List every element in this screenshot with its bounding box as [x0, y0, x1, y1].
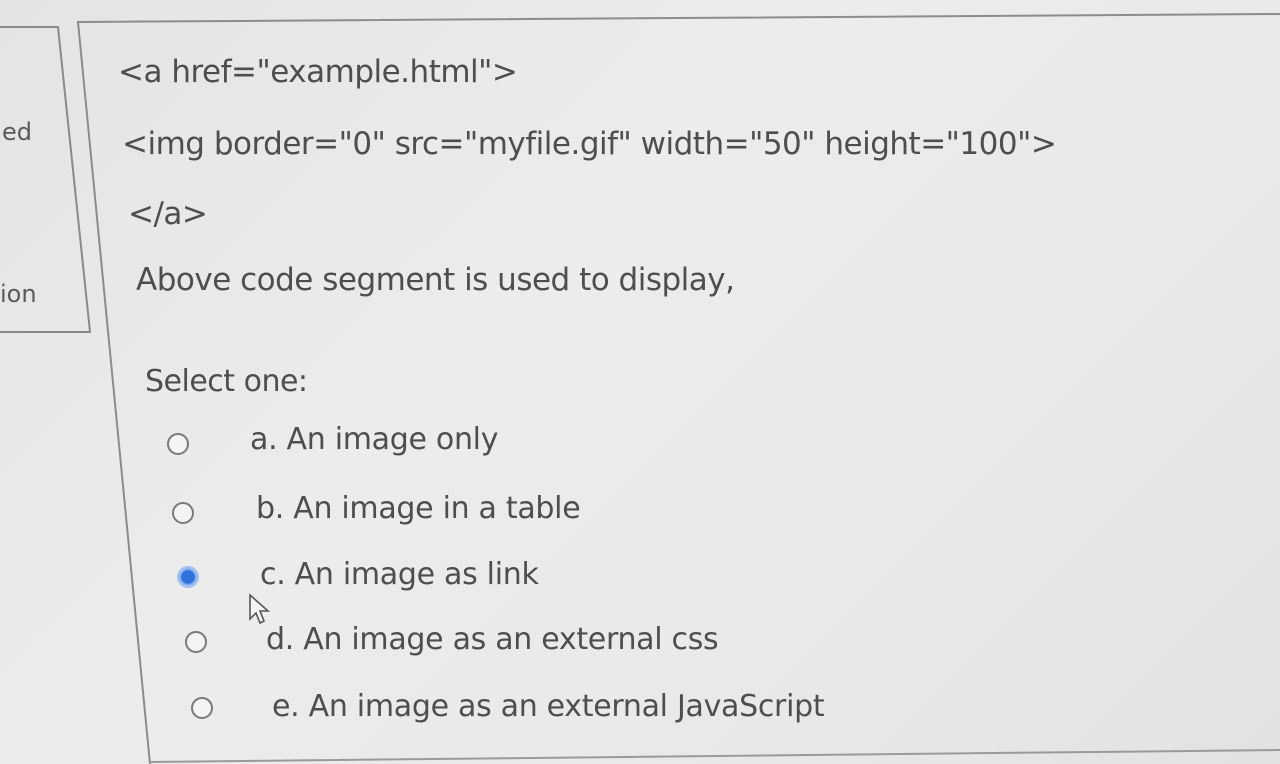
- code-line-3: </a>: [128, 196, 208, 232]
- select-one-prompt: Select one:: [145, 364, 308, 399]
- side-label-1: ed: [2, 118, 32, 146]
- code-line-2: <img border="0" src="myfile.gif" width="…: [122, 126, 1057, 162]
- question-text: Above code segment is used to display,: [136, 262, 735, 298]
- code-line-1: <a href="example.html">: [118, 54, 518, 90]
- mouse-cursor-icon: [249, 593, 271, 625]
- radio-button[interactable]: [172, 502, 194, 524]
- option-label[interactable]: a. An image only: [250, 422, 498, 457]
- radio-button[interactable]: [167, 433, 189, 455]
- radio-button[interactable]: [185, 631, 207, 653]
- option-label[interactable]: d. An image as an external css: [266, 622, 719, 657]
- side-label-2: ion: [0, 280, 37, 308]
- radio-button-selected[interactable]: [177, 566, 199, 588]
- question-panel-bottom: [149, 749, 1280, 763]
- option-label[interactable]: c. An image as link: [260, 557, 539, 592]
- option-label[interactable]: b. An image in a table: [256, 491, 581, 526]
- radio-button[interactable]: [191, 697, 213, 719]
- option-label[interactable]: e. An image as an external JavaScript: [272, 689, 825, 724]
